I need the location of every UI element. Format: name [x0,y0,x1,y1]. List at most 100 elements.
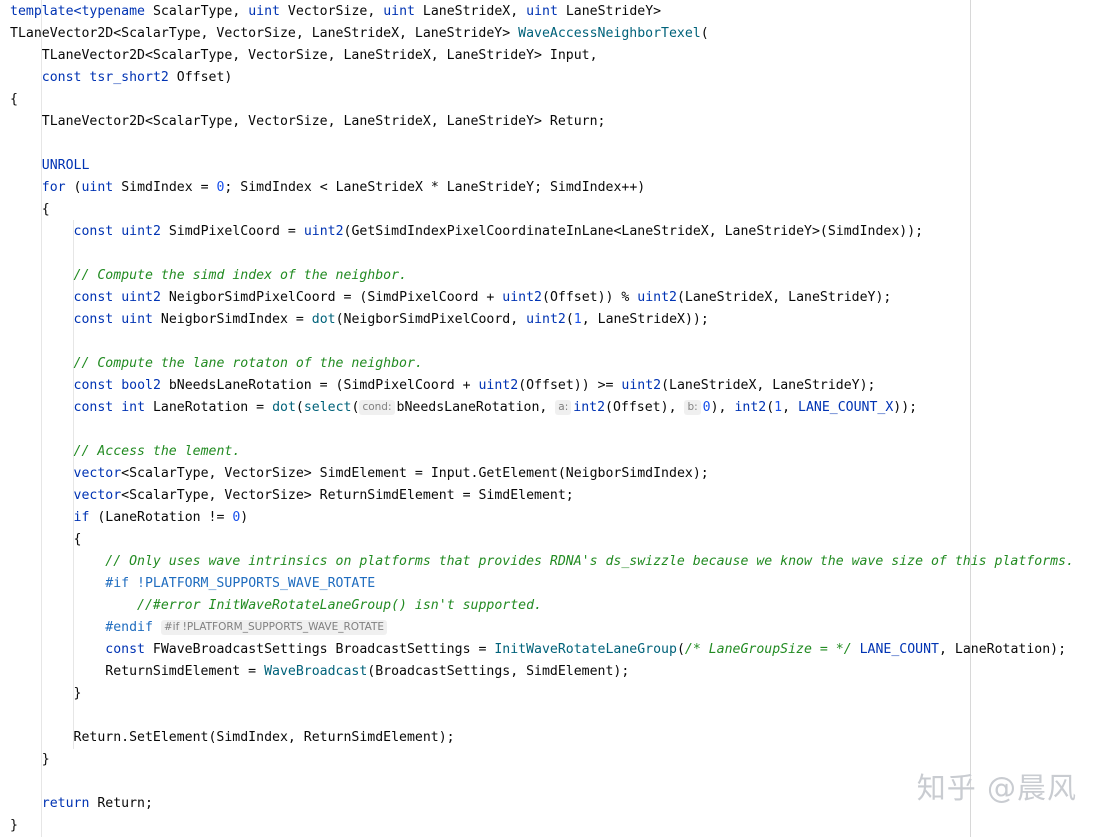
code-token: , LaneStrideX)); [581,312,709,327]
code-line[interactable]: const FWaveBroadcastSettings BroadcastSe… [10,639,1074,661]
code-line[interactable]: const uint2 NeigborSimdPixelCoord = (Sim… [10,287,1074,309]
code-token: SimdPixelCoord = [160,224,304,239]
code-token: // Compute the simd index of the neighbo… [73,268,407,283]
code-line[interactable]: } [10,683,1074,705]
code-token: NeigborSimdIndex = [152,312,312,327]
code-line[interactable]: for (uint SimdIndex = 0; SimdIndex < Lan… [10,177,1074,199]
code-token: } [10,686,82,701]
code-token: uint2 [637,290,677,305]
code-line[interactable]: } [10,749,1074,771]
code-token: LaneRotation = [145,400,273,415]
code-token: //#error InitWaveRotateLaneGroup() isn't… [137,598,542,613]
code-line[interactable]: TLaneVector2D<ScalarType, VectorSize, La… [10,23,1074,45]
code-line[interactable] [10,419,1074,441]
code-token: vector [73,466,122,481]
code-line[interactable]: // Only uses wave intrinsics on platform… [10,551,1074,573]
code-line[interactable]: #if !PLATFORM_SUPPORTS_WAVE_ROTATE [10,573,1074,595]
code-token: Return; [89,796,153,811]
code-line[interactable]: // Access the lement. [10,441,1074,463]
code-line[interactable]: template<typename ScalarType, uint Vecto… [10,1,1074,23]
code-token: int [121,400,146,415]
code-token: } [10,752,50,767]
code-token: const [73,312,114,327]
code-line[interactable]: } [10,815,1074,837]
code-line[interactable]: return Return; [10,793,1074,815]
code-token: LANE_COUNT [859,642,939,657]
code-line[interactable] [10,331,1074,353]
code-line[interactable] [10,771,1074,793]
code-line[interactable]: // Compute the simd index of the neighbo… [10,265,1074,287]
code-token: const [73,224,114,239]
code-token: , [782,400,798,415]
code-token: const [105,642,145,657]
code-token: )); [893,400,918,415]
code-line[interactable]: { [10,529,1074,551]
code-line[interactable] [10,243,1074,265]
code-token: WaveAccessNeighborTexel [518,26,701,41]
code-token: uint [81,180,114,195]
code-token: } [10,818,18,833]
code-token: bNeedsLaneRotation, [396,400,556,415]
code-token: uint2 [121,224,161,239]
code-token: // Access the lement. [73,444,241,459]
code-token: tsr_short2 [89,70,169,85]
code-token: TLaneVector2D<ScalarType, VectorSize, La… [10,48,598,63]
code-line[interactable]: ReturnSimdElement = WaveBroadcast(Broadc… [10,661,1074,683]
code-line[interactable]: vector<ScalarType, VectorSize> SimdEleme… [10,463,1074,485]
code-line[interactable]: vector<ScalarType, VectorSize> ReturnSim… [10,485,1074,507]
code-token: uint [526,4,558,19]
code-token: LaneStrideY> [557,4,662,19]
code-line[interactable]: const uint2 SimdPixelCoord = uint2(GetSi… [10,221,1074,243]
code-token: <ScalarType, VectorSize> ReturnSimdEleme… [121,488,574,503]
code-line[interactable]: const tsr_short2 Offset) [10,67,1074,89]
code-token: 0 [702,400,711,415]
code-editor[interactable]: template<typename ScalarType, uint Vecto… [0,0,1105,837]
code-token: VectorSize, [279,4,384,19]
code-token: 1 [573,312,582,327]
code-token: NeigborSimdPixelCoord = (SimdPixelCoord … [160,290,503,305]
code-line[interactable]: UNROLL [10,155,1074,177]
code-line[interactable]: if (LaneRotation != 0) [10,507,1074,529]
code-token: if [73,510,90,525]
code-line[interactable]: #endif #if !PLATFORM_SUPPORTS_WAVE_ROTAT… [10,617,1074,639]
code-token: uint2 [303,224,344,239]
code-token: int2 [734,400,767,415]
code-line[interactable]: { [10,89,1074,111]
code-line[interactable]: const uint NeigborSimdIndex = dot(Neigbo… [10,309,1074,331]
code-token: /* LaneGroupSize = */ [684,642,852,657]
inlay-hint: cond: [359,400,395,415]
code-token: { [10,92,18,107]
code-token: FWaveBroadcastSettings BroadcastSettings… [144,642,495,657]
code-line[interactable] [10,133,1074,155]
code-line[interactable]: const int LaneRotation = dot(select(cond… [10,397,1074,419]
code-token: uint [121,312,153,327]
code-token: WaveBroadcast [264,664,368,679]
code-line[interactable]: TLaneVector2D<ScalarType, VectorSize, La… [10,45,1074,67]
code-token: TLaneVector2D<ScalarType, VectorSize, La… [10,26,519,41]
code-line[interactable]: // Compute the lane rotaton of the neigh… [10,353,1074,375]
code-line[interactable]: //#error InitWaveRotateLaneGroup() isn't… [10,595,1074,617]
code-token: uint2 [478,378,519,393]
code-line[interactable]: { [10,199,1074,221]
code-token: return [41,796,90,811]
code-token: ( [565,312,574,327]
code-token: bNeedsLaneRotation = (SimdPixelCoord + [160,378,479,393]
code-token: UNROLL [41,158,90,173]
code-token: InitWaveRotateLaneGroup [494,642,677,657]
code-line[interactable]: TLaneVector2D<ScalarType, VectorSize, La… [10,111,1074,133]
code-area[interactable]: template<typename ScalarType, uint Vecto… [10,1,1074,837]
code-line[interactable]: Return.SetElement(SimdIndex, ReturnSimdE… [10,727,1074,749]
code-token: SimdIndex = [113,180,217,195]
code-line[interactable] [10,705,1074,727]
code-token: ( [700,26,709,41]
code-line[interactable]: const bool2 bNeedsLaneRotation = (SimdPi… [10,375,1074,397]
